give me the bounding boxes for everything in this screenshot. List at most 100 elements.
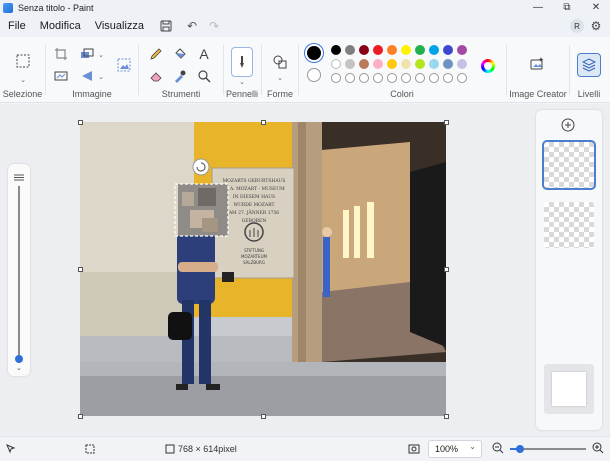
edit-colors-icon[interactable] [481,59,495,73]
color-swatch[interactable] [415,59,425,69]
zoom-slider-track[interactable] [18,186,20,356]
color-swatch[interactable] [345,59,355,69]
shapes-label: Forme [266,89,293,99]
zoom-slider-thumb[interactable] [15,355,23,363]
color-swatch[interactable] [387,45,397,55]
minimize-button[interactable]: — [525,0,551,15]
add-layer-icon[interactable] [561,118,575,132]
color-swatch[interactable] [331,45,341,55]
group-image: ⌄ ⌄ Immagine [46,37,138,103]
color-swatch[interactable] [443,59,453,69]
layer-thumbnail-1[interactable] [542,140,596,190]
group-colors: Colori [299,37,505,103]
custom-color-slot[interactable] [331,73,341,83]
fit-to-window-icon[interactable] [408,443,420,458]
color-swatch[interactable] [359,45,369,55]
image-creator-icon[interactable] [528,55,546,73]
gear-icon[interactable]: ⚙ [588,18,604,34]
color-swatch[interactable] [331,59,341,69]
image-label: Immagine [72,89,112,99]
resize-handle-left[interactable] [78,267,83,272]
zoom-in-icon[interactable] [592,442,604,457]
custom-color-slot[interactable] [401,73,411,83]
window-title: Senza titolo - Paint [18,2,94,13]
group-brushes: ⌄ Pennelli [224,37,260,103]
color-swatch[interactable] [429,45,439,55]
selection-label: Selezione [2,89,43,99]
crop-icon[interactable] [52,45,70,63]
drawing-canvas[interactable]: MOZARTS GEBURTSHAUS W. A. MOZART - MUSEUM… [80,122,446,416]
color-picker-icon[interactable] [171,67,189,85]
plaque-line: MOZARTS GEBURTSHAUS [223,178,286,184]
resize-handle-bottom-left[interactable] [78,414,83,419]
custom-color-slot[interactable] [387,73,397,83]
avatar[interactable]: R [570,19,584,33]
group-image-creator: Image Creator [507,37,569,103]
selection-chevron-icon[interactable]: ⌄ [14,71,32,89]
group-layers: Livelli [570,37,608,103]
color-swatch[interactable] [457,45,467,55]
zoom-out-icon[interactable] [492,442,504,457]
group-selection: ⌄ Selezione [0,37,45,103]
remove-background-icon[interactable] [52,67,70,85]
plaque-line: W. A. MOZART - MUSEUM [223,186,285,192]
background-layer[interactable] [544,364,594,414]
resize-handle-bottom[interactable] [261,414,266,419]
color-swatch[interactable] [401,59,411,69]
color-swatch[interactable] [373,59,383,69]
primary-color-swatch[interactable] [305,44,323,62]
color-swatch[interactable] [429,59,439,69]
custom-color-slot[interactable] [373,73,383,83]
fill-bucket-icon[interactable] [171,45,189,63]
zoom-slider-chevron-icon[interactable]: ⌄ [16,364,22,372]
save-icon[interactable] [155,15,177,37]
menu-file[interactable]: File [0,15,33,37]
redo-icon[interactable]: ↷ [203,15,225,37]
custom-color-slot[interactable] [415,73,425,83]
resize-handle-top-left[interactable] [78,120,83,125]
shapes-chevron-icon[interactable]: ⌄ [271,69,289,87]
close-button[interactable]: ✕ [583,0,609,15]
menu-view[interactable]: Visualizza [88,15,151,37]
zoom-chevron-icon: ⌄ [469,442,476,451]
custom-color-slot[interactable] [457,73,467,83]
paint-app-icon [3,2,13,13]
custom-color-slot[interactable] [443,73,453,83]
custom-color-slot[interactable] [345,73,355,83]
resize-handle-bottom-right[interactable] [444,414,449,419]
resize-handle-top[interactable] [261,120,266,125]
color-swatch[interactable] [359,59,369,69]
custom-color-slot[interactable] [429,73,439,83]
resize-handle-right[interactable] [444,267,449,272]
maximize-button[interactable]: ⧉ [554,0,580,15]
eraser-icon[interactable] [147,67,165,85]
color-swatch[interactable] [387,59,397,69]
color-swatch[interactable] [345,45,355,55]
color-swatch[interactable] [443,45,453,55]
selection-size-icon [85,444,95,457]
rotate-chevron-icon[interactable]: ⌄ [92,68,110,86]
custom-color-slot[interactable] [359,73,369,83]
zoom-slider-horizontal-thumb[interactable] [516,445,524,453]
undo-icon[interactable]: ↶ [181,15,203,37]
canvas-size-icon [165,444,175,457]
resize-chevron-icon[interactable]: ⌄ [92,46,110,64]
magnifier-icon[interactable] [195,67,213,85]
selection-rect-icon[interactable] [13,51,33,71]
menu-modify[interactable]: Modifica [33,15,88,37]
plaque-line: IN DIESEM HAUS [233,194,275,200]
color-swatch[interactable] [401,45,411,55]
text-tool-icon[interactable]: A [195,45,213,63]
layer-thumbnail-2[interactable] [544,202,594,248]
layers-button[interactable] [577,53,601,77]
zoom-select[interactable]: 100% ⌄ [428,440,482,458]
color-swatch[interactable] [457,59,467,69]
zoom-fit-icon[interactable] [14,172,24,181]
color-swatch[interactable] [373,45,383,55]
image-select-icon[interactable] [114,55,134,75]
resize-handle-top-right[interactable] [444,120,449,125]
pencil-icon[interactable] [147,45,165,63]
color-swatch[interactable] [415,45,425,55]
secondary-color-swatch[interactable] [307,68,321,82]
plaque-footer-line: STIFTUNG [244,248,264,253]
